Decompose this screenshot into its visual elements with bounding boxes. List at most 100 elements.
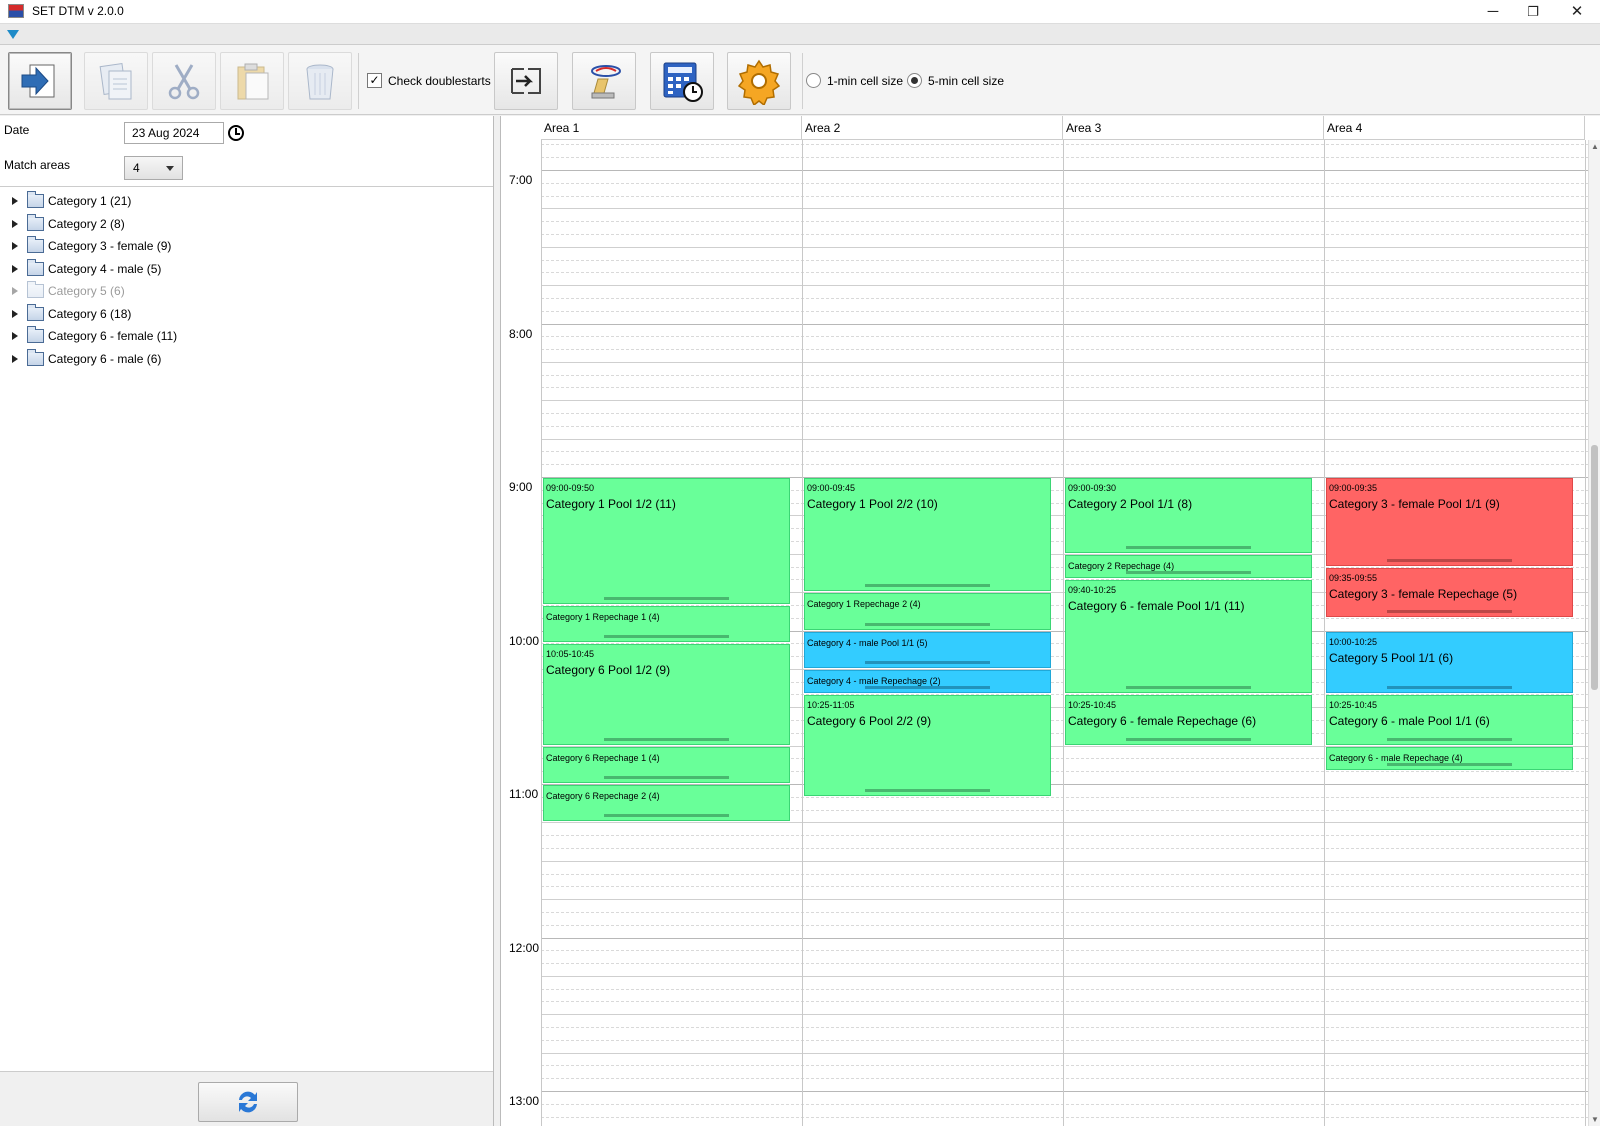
block-resize-handle[interactable] — [604, 814, 729, 818]
menu-dropdown-icon[interactable] — [7, 30, 19, 39]
expand-arrow-icon[interactable] — [12, 264, 18, 273]
block-resize-handle[interactable] — [865, 788, 990, 792]
tree-item-label: Category 2 (8) — [48, 216, 125, 231]
block-resize-handle[interactable] — [1387, 686, 1512, 690]
block-time: 10:25-11:05 — [807, 700, 855, 711]
block-resize-handle[interactable] — [1387, 763, 1512, 767]
schedule-block[interactable]: Category 4 - male Repechage (2) — [804, 669, 1051, 694]
tree-item-label: Category 6 - male (6) — [48, 351, 162, 366]
block-resize-handle[interactable] — [1126, 545, 1251, 549]
block-resize-handle[interactable] — [1387, 609, 1512, 613]
folder-icon — [27, 213, 44, 231]
block-resize-handle[interactable] — [865, 584, 990, 588]
schedule-block[interactable]: 10:25-10:45 Category 6 - female Repechage… — [1065, 695, 1312, 745]
block-resize-handle[interactable] — [604, 596, 729, 600]
tree-item-label: Category 4 - male (5) — [48, 261, 162, 276]
tree-item-category[interactable]: Category 3 - female (9) — [0, 236, 480, 258]
block-resize-handle[interactable] — [1126, 686, 1251, 690]
block-resize-handle[interactable] — [865, 622, 990, 626]
block-resize-handle[interactable] — [604, 635, 729, 639]
toolbar-separator — [358, 53, 359, 109]
date-field[interactable]: 23 Aug 2024 — [124, 122, 224, 144]
scroll-down-icon[interactable]: ▼ — [1591, 1115, 1599, 1124]
expand-arrow-icon[interactable] — [12, 309, 18, 318]
import-button[interactable] — [572, 52, 636, 110]
hour-label: 13:00 — [509, 1094, 540, 1108]
block-name: Category 1 Repechage 1 (4) — [546, 611, 660, 622]
schedule-block[interactable]: 10:25-11:05 Category 6 Pool 2/2 (9) — [804, 695, 1051, 796]
block-name: Category 1 Pool 2/2 (10) — [807, 497, 938, 511]
block-resize-handle[interactable] — [1126, 571, 1251, 575]
schedule-block[interactable]: Category 6 Repechage 2 (4) — [543, 785, 790, 822]
grid-line — [541, 438, 1589, 440]
vertical-scrollbar[interactable]: ▲ ▼ — [1588, 140, 1600, 1126]
schedule-block[interactable]: Category 1 Repechage 1 (4) — [543, 605, 790, 643]
check-doublestarts-checkbox[interactable]: ✓ — [367, 73, 382, 88]
export-button[interactable] — [8, 52, 72, 110]
grid-line — [541, 1052, 1589, 1054]
refresh-button[interactable] — [198, 1082, 298, 1122]
block-name: Category 4 - male Repechage (2) — [807, 675, 941, 686]
tree-item-category[interactable]: Category 5 (6) — [0, 281, 480, 303]
hour-label: 8:00 — [509, 326, 533, 341]
time-picker-icon[interactable] — [228, 125, 244, 141]
schedule-block[interactable]: 10:05-10:45 Category 6 Pool 1/2 (9) — [543, 644, 790, 745]
schedule-block[interactable]: 09:00-09:45 Category 1 Pool 2/2 (10) — [804, 478, 1051, 592]
swap-button[interactable] — [494, 52, 558, 110]
calculator-button[interactable] — [650, 52, 714, 110]
block-resize-handle[interactable] — [1387, 737, 1512, 741]
copy-button[interactable] — [84, 52, 148, 110]
scroll-up-icon[interactable]: ▲ — [1591, 142, 1599, 151]
block-time: 10:25-10:45 — [1329, 700, 1378, 711]
block-resize-handle[interactable] — [1387, 558, 1512, 562]
cell-size-1min-radio[interactable] — [806, 73, 821, 88]
schedule-block[interactable]: 10:25-10:45 Category 6 - male Pool 1/1 (6… — [1326, 695, 1573, 745]
grid-line — [541, 323, 1589, 325]
maximize-button[interactable]: ❐ — [1510, 0, 1556, 23]
schedule-block[interactable]: 09:00-09:30 Category 2 Pool 1/1 (8) — [1065, 478, 1312, 553]
schedule-block[interactable]: Category 2 Repechage (4) — [1065, 554, 1312, 579]
block-resize-handle[interactable] — [604, 737, 729, 741]
grid-line — [541, 259, 1589, 261]
block-name: Category 2 Repechage (4) — [1068, 560, 1175, 571]
expand-arrow-icon[interactable] — [12, 242, 18, 250]
expand-arrow-icon[interactable] — [12, 332, 18, 340]
expand-arrow-icon[interactable] — [12, 354, 18, 363]
schedule-block[interactable]: Category 4 - male Pool 1/1 (5) — [804, 631, 1051, 668]
tree-item-category[interactable]: Category 6 (18) — [0, 303, 480, 326]
delete-button[interactable] — [288, 52, 352, 110]
schedule-block[interactable]: Category 6 - male Repechage (4) — [1326, 746, 1573, 771]
schedule-block[interactable]: 09:00-09:50 Category 1 Pool 1/2 (11) — [543, 478, 790, 604]
schedule-block[interactable]: 10:00-10:25 Category 5 Pool 1/1 (6) — [1326, 631, 1573, 694]
schedule-block[interactable]: 09:00-09:35 Category 3 - female Pool 1/1 … — [1326, 478, 1573, 566]
tree-item-category[interactable]: Category 1 (21) — [0, 191, 480, 213]
block-resize-handle[interactable] — [865, 686, 990, 690]
tree-item-category[interactable]: Category 4 - male (5) — [0, 258, 480, 281]
cell-size-5min-radio[interactable] — [907, 73, 922, 88]
block-resize-handle[interactable] — [865, 660, 990, 664]
scrollbar-thumb[interactable] — [1591, 445, 1598, 690]
cut-button[interactable] — [152, 52, 216, 110]
paste-button[interactable] — [220, 52, 284, 110]
settings-button[interactable] — [727, 52, 791, 110]
tree-item-category[interactable]: Category 2 (8) — [0, 213, 480, 236]
tree-item-category[interactable]: Category 6 - female (11) — [0, 326, 480, 348]
schedule-block[interactable]: 09:40-10:25 Category 6 - female Pool 1/1 … — [1065, 580, 1312, 694]
block-name: Category 6 Pool 2/2 (9) — [807, 714, 932, 729]
grid-line — [541, 822, 1589, 824]
title-bar: SET DTM v 2.0.0 ─ ❐ ✕ — [0, 0, 1600, 23]
expand-arrow-icon[interactable] — [12, 219, 18, 228]
expand-arrow-icon[interactable] — [12, 197, 18, 205]
schedule-block[interactable]: Category 6 Repechage 1 (4) — [543, 746, 790, 783]
close-button[interactable]: ✕ — [1554, 0, 1600, 23]
match-areas-select[interactable]: 4 — [124, 156, 183, 180]
schedule-block[interactable]: Category 1 Repechage 2 (4) — [804, 593, 1051, 630]
grid-line — [541, 950, 1589, 952]
tree-item-category[interactable]: Category 6 - male (6) — [0, 348, 480, 371]
expand-arrow-icon[interactable] — [12, 287, 18, 295]
block-name: Category 6 - female Repechage (6) — [1068, 714, 1257, 729]
area-column-divider — [802, 140, 803, 1126]
block-resize-handle[interactable] — [604, 776, 729, 779]
block-resize-handle[interactable] — [1126, 737, 1251, 741]
schedule-block[interactable]: 09:35-09:55 Category 3 - female Repechage… — [1326, 567, 1573, 617]
